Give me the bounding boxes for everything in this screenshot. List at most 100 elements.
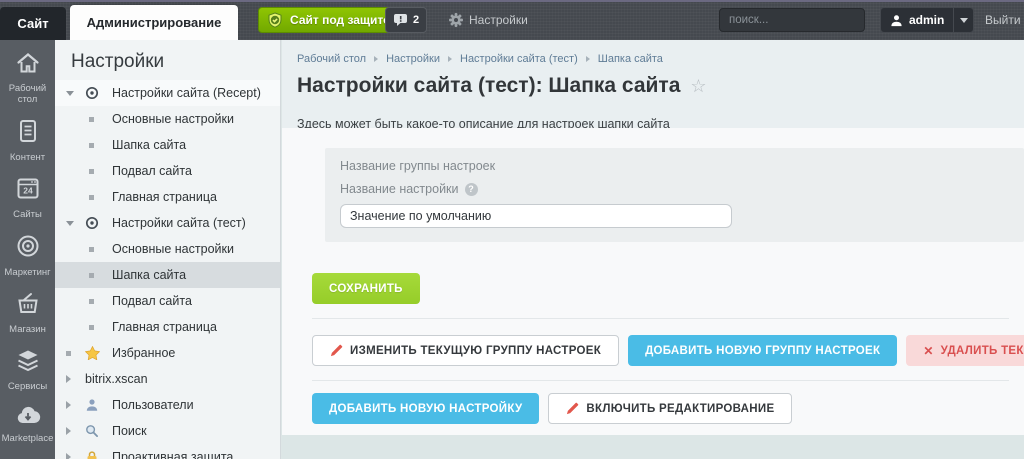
sidebar-item-mainpage-test[interactable]: Главная страница	[55, 314, 280, 340]
sidebar-item-label: Главная страница	[112, 320, 217, 334]
pencil-icon	[566, 402, 579, 415]
chevron-right-icon	[586, 56, 590, 62]
tab-site[interactable]: Сайт	[0, 7, 66, 40]
sidebar-item-mainpage[interactable]: Главная страница	[55, 184, 280, 210]
sidebar-item-main-settings[interactable]: Основные настройки	[55, 106, 280, 132]
chevron-right-icon	[66, 427, 71, 435]
rail-item-sites[interactable]: 24 Сайты	[0, 176, 55, 220]
sidebar-item-header[interactable]: Шапка сайта	[55, 132, 280, 158]
breadcrumb: Рабочий стол Настройки Настройки сайта (…	[282, 40, 1024, 65]
sidebar-item-label: Настройки сайта (тест)	[112, 216, 246, 230]
star-icon	[85, 346, 105, 360]
sidebar-item-label: Шапка сайта	[112, 138, 186, 152]
rail-label: Магазин	[7, 324, 48, 335]
chevron-right-icon	[448, 56, 452, 62]
sidebar-item-group-recept[interactable]: Настройки сайта (Recept)	[55, 80, 280, 106]
bullet-icon	[89, 247, 94, 252]
sidebar-item-group-test[interactable]: Настройки сайта (тест)	[55, 210, 280, 236]
chevron-right-icon	[66, 453, 71, 459]
tab-admin-label: Администрирование	[87, 15, 222, 30]
sidebar-item-proactive-security[interactable]: Проактивная защита	[55, 444, 280, 459]
work-area: Название группы настроек Название настро…	[282, 128, 1024, 435]
bullet-icon	[89, 195, 94, 200]
chevron-right-icon	[66, 401, 71, 409]
tab-administration[interactable]: Администрирование	[70, 5, 238, 40]
setting-value-input[interactable]	[340, 204, 732, 228]
sidebar-item-main-settings-test[interactable]: Основные настройки	[55, 236, 280, 262]
user-menu-button[interactable]: admin	[880, 7, 974, 33]
breadcrumb-settings[interactable]: Настройки	[386, 53, 440, 65]
rail-label: Marketplace	[0, 433, 55, 444]
rail-item-shop[interactable]: Магазин	[0, 291, 55, 335]
bullet-icon	[89, 299, 94, 304]
chevron-down-icon	[66, 221, 74, 226]
enable-editing-button[interactable]: ВКЛЮЧИТЬ РЕДАКТИРОВАНИЕ	[548, 393, 792, 424]
settings-sidebar: Настройки Настройки сайта (Recept) Основ…	[55, 40, 281, 459]
user-name: admin	[909, 13, 944, 27]
breadcrumb-site-settings-test[interactable]: Настройки сайта (тест)	[460, 53, 578, 65]
shield-icon	[267, 12, 283, 29]
sidebar-item-header-test-selected[interactable]: Шапка сайта	[55, 262, 280, 288]
sidebar-item-label: bitrix.xscan	[85, 372, 148, 386]
rail-item-marketing[interactable]: Маркетинг	[0, 233, 55, 278]
target-icon	[15, 233, 41, 264]
bullet-icon	[89, 143, 94, 148]
user-icon	[85, 398, 105, 412]
favorite-star-icon[interactable]: ☆	[690, 77, 706, 95]
lock-icon	[85, 450, 105, 459]
svg-text:24: 24	[23, 186, 33, 196]
bullet-icon	[89, 169, 94, 174]
sidebar-item-footer[interactable]: Подвал сайта	[55, 158, 280, 184]
save-button[interactable]: СОХРАНИТЬ	[312, 273, 420, 304]
document-icon	[16, 118, 40, 149]
chevron-down-icon	[66, 91, 74, 96]
add-setting-button[interactable]: ДОБАВИТЬ НОВУЮ НАСТРОЙКУ	[312, 393, 539, 424]
sidebar-item-footer-test[interactable]: Подвал сайта	[55, 288, 280, 314]
sidebar-title: Настройки	[55, 40, 280, 80]
breadcrumb-header[interactable]: Шапка сайта	[598, 53, 663, 65]
search-input[interactable]	[720, 14, 887, 26]
delete-group-button[interactable]: ✕ УДАЛИТЬ ТЕКУЩУЮ ГРУППУ НАСТРОЕК	[906, 335, 1024, 366]
desktop-home-icon	[15, 51, 41, 80]
pencil-icon	[330, 344, 343, 357]
notifications-button[interactable]: 2	[385, 7, 427, 33]
module-rail: Рабочий стол Контент 24 Сайты Маркетинг …	[0, 40, 55, 459]
sidebar-item-label: Поиск	[112, 424, 147, 438]
sidebar-item-bitrix-xscan[interactable]: bitrix.xscan	[55, 366, 280, 392]
logout-link[interactable]: Выйти	[985, 0, 1021, 40]
sites-calendar-icon: 24	[15, 176, 41, 206]
help-icon[interactable]: ?	[465, 183, 478, 196]
rail-label: Сервисы	[6, 381, 49, 392]
rail-item-marketplace[interactable]: Marketplace	[0, 405, 55, 444]
sidebar-item-users[interactable]: Пользователи	[55, 392, 280, 418]
user-icon	[890, 14, 903, 27]
settings-target-icon	[85, 86, 105, 100]
topbar-settings[interactable]: Настройки	[449, 0, 528, 40]
rail-item-desktop[interactable]: Рабочий стол	[0, 51, 55, 105]
sidebar-item-label: Основные настройки	[112, 242, 234, 256]
topbar: Сайт Администрирование Сайт под защитой …	[0, 0, 1024, 40]
rail-label: Маркетинг	[2, 267, 52, 278]
edit-group-button[interactable]: ИЗМЕНИТЬ ТЕКУЩУЮ ГРУППУ НАСТРОЕК	[312, 335, 619, 366]
add-group-button[interactable]: ДОБАВИТЬ НОВУЮ ГРУППУ НАСТРОЕК	[628, 335, 897, 366]
rail-item-services[interactable]: Сервисы	[0, 348, 55, 392]
speech-bubble-icon	[393, 13, 408, 27]
sidebar-item-favorites[interactable]: Избранное	[55, 340, 280, 366]
sidebar-item-label: Основные настройки	[112, 112, 234, 126]
user-menu-caret[interactable]	[953, 8, 973, 32]
site-protected-label: Сайт под защитой	[290, 13, 398, 27]
sidebar-item-label: Шапка сайта	[112, 268, 186, 282]
bullet-icon	[89, 273, 94, 278]
rail-item-content[interactable]: Контент	[0, 118, 55, 163]
page-title: Настройки сайта (тест): Шапка сайта	[297, 74, 680, 98]
breadcrumb-desktop[interactable]: Рабочий стол	[297, 53, 366, 65]
sidebar-item-label: Проактивная защита	[112, 450, 233, 459]
settings-target-icon	[85, 216, 105, 230]
sidebar-item-search[interactable]: Поиск	[55, 418, 280, 444]
notifications-count: 2	[413, 14, 419, 26]
cloud-download-icon	[15, 405, 41, 430]
divider	[312, 380, 1009, 381]
chevron-right-icon	[374, 56, 378, 62]
logout-label: Выйти	[985, 13, 1021, 27]
basket-icon	[15, 291, 41, 321]
